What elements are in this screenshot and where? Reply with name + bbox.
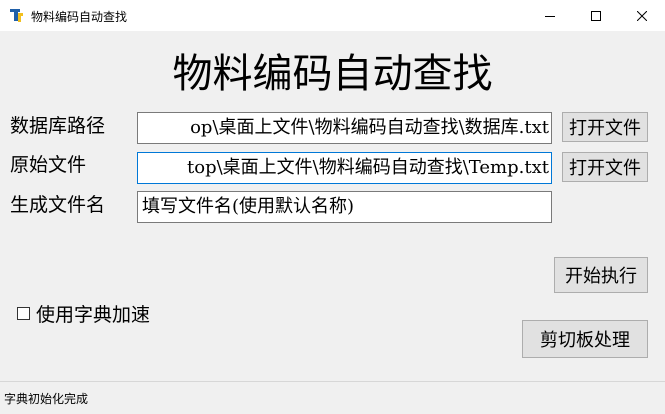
open-source-button[interactable]: 打开文件 [562, 152, 648, 182]
database-path-field[interactable]: op\桌面上文件\物料编码自动查找\数据库.txt [137, 112, 552, 144]
output-filename-field[interactable]: 填写文件名(使用默认名称) [137, 191, 552, 223]
window-title: 物料编码自动查找 [31, 10, 128, 24]
python-feather-icon [9, 7, 25, 23]
status-text: 字典初始化完成 [4, 392, 89, 406]
maximize-icon [591, 10, 601, 21]
title-bar: 物料编码自动查找 [0, 0, 665, 31]
output-filename-placeholder: 填写文件名(使用默认名称) [142, 196, 355, 217]
close-button[interactable] [619, 0, 665, 31]
dictionary-checkbox[interactable] [17, 307, 30, 320]
minimize-icon [545, 15, 555, 17]
source-file-value: top\桌面上文件\物料编码自动查找\Temp.txt [187, 157, 549, 178]
minimize-button[interactable] [527, 0, 573, 31]
dictionary-checkbox-label[interactable]: 使用字典加速 [36, 303, 150, 327]
database-path-value: op\桌面上文件\物料编码自动查找\数据库.txt [190, 117, 549, 138]
start-button[interactable]: 开始执行 [554, 257, 648, 293]
maximize-button[interactable] [573, 0, 619, 31]
close-icon [637, 10, 647, 21]
output-filename-label: 生成文件名 [10, 194, 106, 216]
page-title: 物料编码自动查找 [172, 51, 493, 97]
database-path-label: 数据库路径 [10, 115, 106, 137]
status-bar: 字典初始化完成 [0, 381, 665, 414]
open-database-button[interactable]: 打开文件 [562, 112, 648, 142]
source-file-field[interactable]: top\桌面上文件\物料编码自动查找\Temp.txt [137, 152, 552, 184]
clipboard-button[interactable]: 剪切板处理 [522, 320, 648, 358]
source-file-label: 原始文件 [10, 154, 87, 176]
